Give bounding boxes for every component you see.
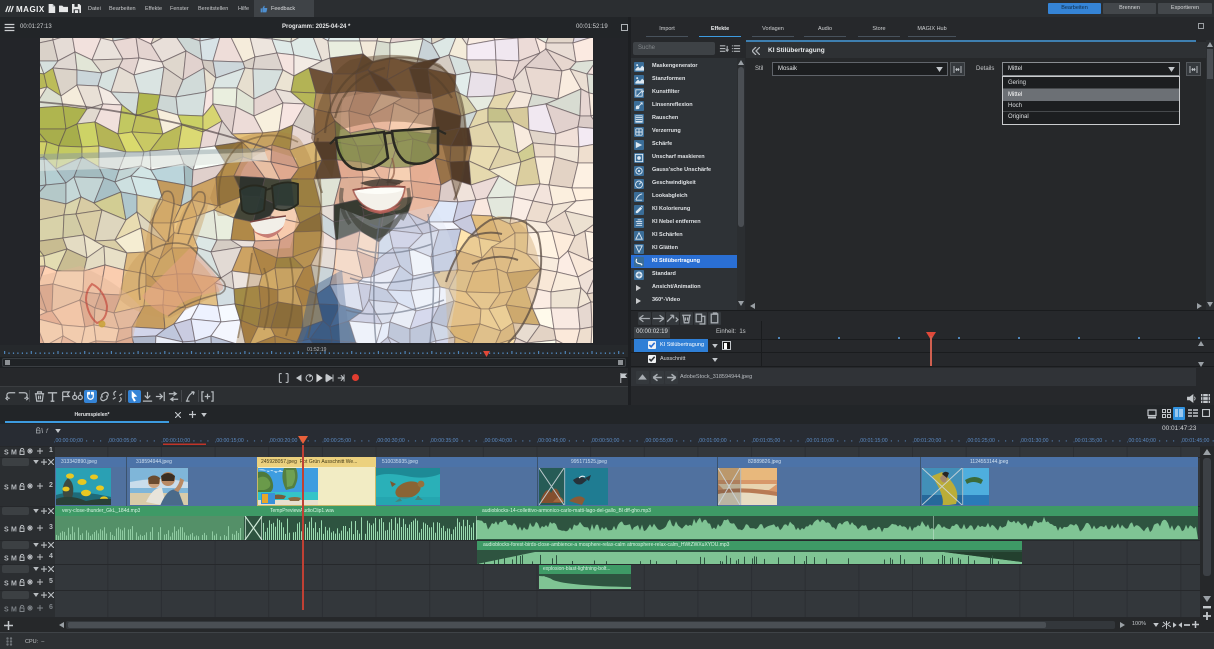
svg-text:,00:01:05;00: ,00:01:05;00 <box>751 438 780 444</box>
svg-text:M: M <box>11 556 17 563</box>
svg-text:,00:00:50;00: ,00:00:50;00 <box>591 438 620 444</box>
svg-text:,00:01:25;00: ,00:01:25;00 <box>966 438 995 444</box>
svg-text:S: S <box>4 607 9 614</box>
svg-text:,00:01:15;00: ,00:01:15;00 <box>859 438 888 444</box>
svg-text:,00:00:10;00: ,00:00:10;00 <box>161 438 190 444</box>
svg-text:,00:01:30;00: ,00:01:30;00 <box>1020 438 1049 444</box>
svg-text:S: S <box>4 485 9 492</box>
svg-text:M: M <box>11 527 17 534</box>
svg-text:M: M <box>11 581 17 588</box>
svg-text:,00:00:30;00: ,00:00:30;00 <box>376 438 405 444</box>
svg-text:,00:00:40;00: ,00:00:40;00 <box>483 438 512 444</box>
svg-text:,00:01:20;00: ,00:01:20;00 <box>912 438 941 444</box>
svg-text:,00:00:45;00: ,00:00:45;00 <box>537 438 566 444</box>
svg-text:,00:01:45;00: ,00:01:45;00 <box>1181 438 1210 444</box>
svg-text:,00:00:35;00: ,00:00:35;00 <box>430 438 459 444</box>
svg-text:S: S <box>4 527 9 534</box>
svg-text:,00:01:40;00: ,00:01:40;00 <box>1127 438 1156 444</box>
svg-text:M: M <box>11 485 17 492</box>
svg-text:M: M <box>11 450 17 457</box>
svg-text:,00:00:55;00: ,00:00:55;00 <box>644 438 673 444</box>
svg-text:,00:00:05;00: ,00:00:05;00 <box>108 438 137 444</box>
svg-text:,00:00:15;00: ,00:00:15;00 <box>215 438 244 444</box>
svg-text:M: M <box>11 607 17 614</box>
svg-text:,00:01:10;00: ,00:01:10;00 <box>805 438 834 444</box>
svg-text:,00:01:00;00: ,00:01:00;00 <box>698 438 727 444</box>
svg-text:,00:00:25;00: ,00:00:25;00 <box>322 438 351 444</box>
svg-text:S: S <box>4 581 9 588</box>
svg-text:,00:00:00;00: ,00:00:00;00 <box>54 438 83 444</box>
svg-text:S: S <box>4 450 9 457</box>
svg-text:S: S <box>4 556 9 563</box>
svg-text:,00:01:35;00: ,00:01:35;00 <box>1073 438 1102 444</box>
svg-text:,00:00:20;00: ,00:00:20;00 <box>269 438 298 444</box>
